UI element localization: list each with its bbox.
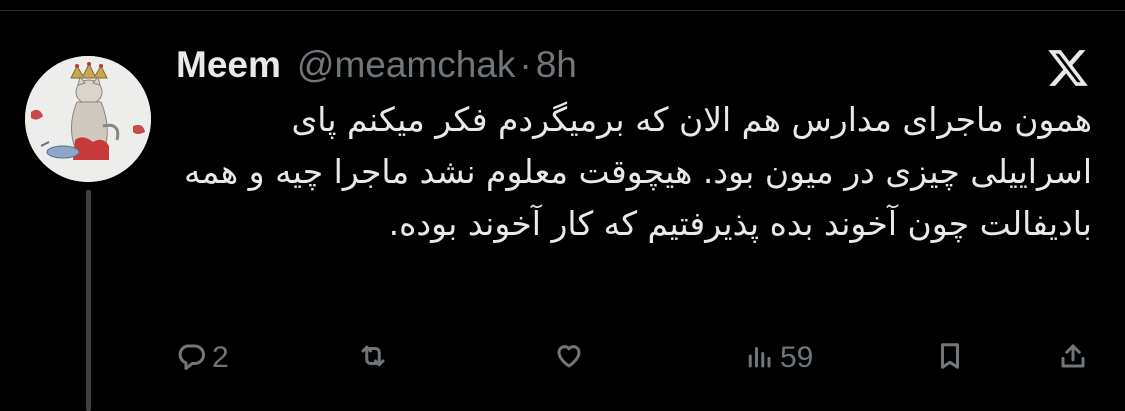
- author-name[interactable]: Meem: [176, 44, 281, 86]
- like-button[interactable]: [554, 334, 590, 382]
- views-button[interactable]: 59: [744, 334, 813, 382]
- author-handle[interactable]: @meamchak: [297, 44, 516, 86]
- reply-button[interactable]: 2: [176, 334, 229, 382]
- heart-icon: [554, 341, 584, 375]
- retweet-icon: [358, 341, 388, 375]
- avatar-illustration: [25, 56, 151, 182]
- divider: [0, 10, 1125, 11]
- x-logo-icon: [1046, 46, 1090, 90]
- views-icon: [744, 341, 774, 375]
- tweet-header: Meem @meamchak · 8h: [176, 44, 577, 94]
- avatar[interactable]: [25, 56, 151, 182]
- views-count: 59: [780, 341, 814, 374]
- share-button[interactable]: [1058, 334, 1088, 382]
- tweet-text: همون ماجرای مدارس هم الان که برمیگردم فک…: [173, 100, 1092, 243]
- separator-dot: ·: [519, 44, 532, 85]
- action-bar: 2 59: [176, 334, 1092, 382]
- share-icon: [1058, 341, 1088, 375]
- bookmark-icon: [935, 341, 965, 375]
- reply-count: 2: [212, 341, 229, 374]
- reply-icon: [176, 341, 206, 375]
- thread-line: [86, 190, 91, 411]
- bookmark-button[interactable]: [935, 334, 965, 382]
- tweet-card[interactable]: Meem @meamchak · 8h همون ماجرای مدارس هم…: [0, 0, 1125, 411]
- retweet-button[interactable]: [358, 334, 394, 382]
- timestamp[interactable]: 8h: [536, 44, 577, 86]
